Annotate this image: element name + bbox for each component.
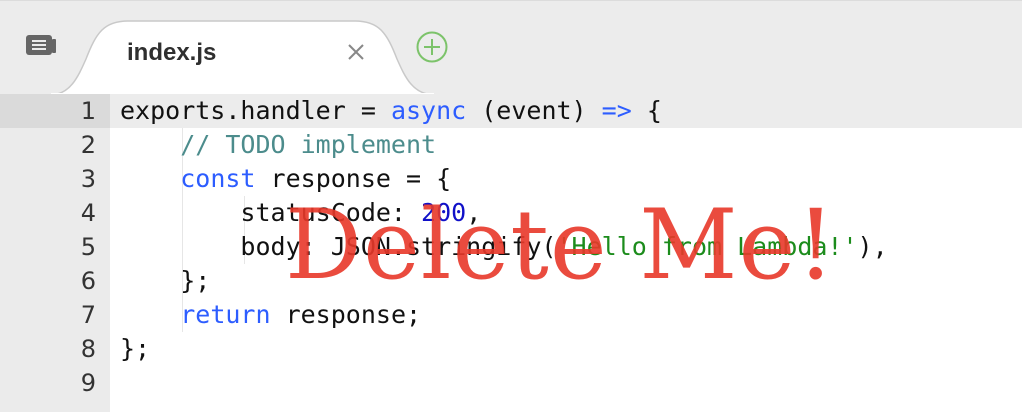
line-number: 4 [80,199,96,227]
code-line[interactable]: body: JSON.stringify('Hello from Lambda!… [120,230,1000,264]
code-token: 'Hello from Lambda!' [556,232,858,261]
code-token: 200 [421,198,467,227]
line-number: 1 [80,97,96,125]
add-tab-icon[interactable] [415,30,449,64]
code-line[interactable]: const response = { [120,162,1000,196]
code-line[interactable] [120,366,1000,400]
close-icon[interactable] [343,39,369,65]
code-token: body: JSON.stringify( [120,232,557,261]
code-line[interactable]: statusCode: 200, [120,196,1000,230]
code-token: }; [120,334,151,363]
code-token: return [180,300,271,329]
code-token: async [390,96,467,125]
tab-bar: index.js [0,0,1022,95]
line-number: 2 [80,131,96,159]
line-number: 3 [80,165,96,193]
line-number: 7 [80,301,96,329]
code-token: ), [857,232,888,261]
code-token: (event) [466,96,602,125]
code-content[interactable]: exports.handler = async (event) => { // … [120,94,1000,400]
code-line[interactable]: // TODO implement [120,128,1000,162]
editor-area[interactable]: 1 2 3 4 5 6 7 8 9 exports.handler = async (event… [0,94,1022,412]
code-line[interactable]: }; [120,264,1000,298]
code-token: // TODO implement [180,130,437,159]
code-token: response; [270,300,422,329]
code-token: response = { [255,164,452,193]
tab-index-js[interactable]: index.js [50,19,435,95]
code-token: , [466,198,482,227]
code-token: => [601,96,632,125]
code-token: exports.handler = [120,96,391,125]
code-token: }; [120,266,211,295]
line-number: 9 [80,369,96,397]
line-number: 5 [80,233,96,261]
code-token: statusCode: [120,198,422,227]
code-line[interactable]: }; [120,332,1000,366]
code-line[interactable]: exports.handler = async (event) => { [120,94,1000,128]
line-number: 8 [80,335,96,363]
line-number: 6 [80,267,96,295]
code-token: const [180,164,256,193]
tab-label: index.js [127,39,217,66]
code-line[interactable]: return response; [120,298,1000,332]
code-token: { [631,96,662,125]
code-editor-window: index.js 123456789 exports.handler = asy… [0,0,1022,412]
line-numbers: 1 2 3 4 5 6 7 8 9 [0,94,96,400]
